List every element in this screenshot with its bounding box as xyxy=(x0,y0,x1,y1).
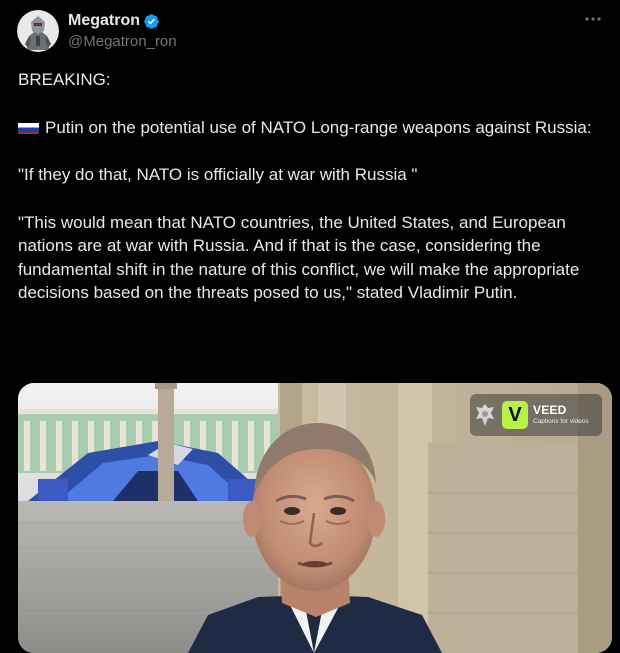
avatar[interactable] xyxy=(17,10,59,52)
veed-brand-name: VEED xyxy=(533,403,567,417)
verified-badge-icon xyxy=(144,13,159,29)
veed-watermark: V VEED Captions for videos xyxy=(470,394,602,436)
more-horizontal-icon[interactable] xyxy=(583,12,603,26)
veed-tagline: Captions for videos xyxy=(533,418,589,425)
tweet-text-quote1: "If they do that, NATO is officially at … xyxy=(18,165,418,184)
tweet-text-headline-body: Putin on the potential use of NATO Long-… xyxy=(45,117,592,137)
author-display-name[interactable]: Megatron xyxy=(68,11,140,31)
tweet-header: Megatron @Megatron_ron xyxy=(17,10,603,54)
russia-flag-icon xyxy=(18,120,39,134)
eagle-emblem-icon xyxy=(476,404,494,426)
tweet-text-quote2: "This would mean that NATO countries, th… xyxy=(18,212,580,303)
author-handle[interactable]: @Megatron_ron xyxy=(68,32,177,52)
author-display-name-row[interactable]: Megatron xyxy=(68,11,177,31)
tweet-card: Megatron @Megatron_ron BREAKING: Putin o… xyxy=(0,0,620,653)
tweet-text-headline: Putin on the potential use of NATO Long-… xyxy=(18,116,610,140)
veed-logo-icon: V xyxy=(502,401,528,429)
tweet-video[interactable]: V VEED Captions for videos xyxy=(18,383,612,653)
tweet-text-breaking: BREAKING: xyxy=(18,70,111,89)
tweet-text: BREAKING: Putin on the potential use of … xyxy=(18,68,610,305)
author-names: Megatron @Megatron_ron xyxy=(68,11,177,52)
robot-avatar-icon xyxy=(17,10,59,52)
